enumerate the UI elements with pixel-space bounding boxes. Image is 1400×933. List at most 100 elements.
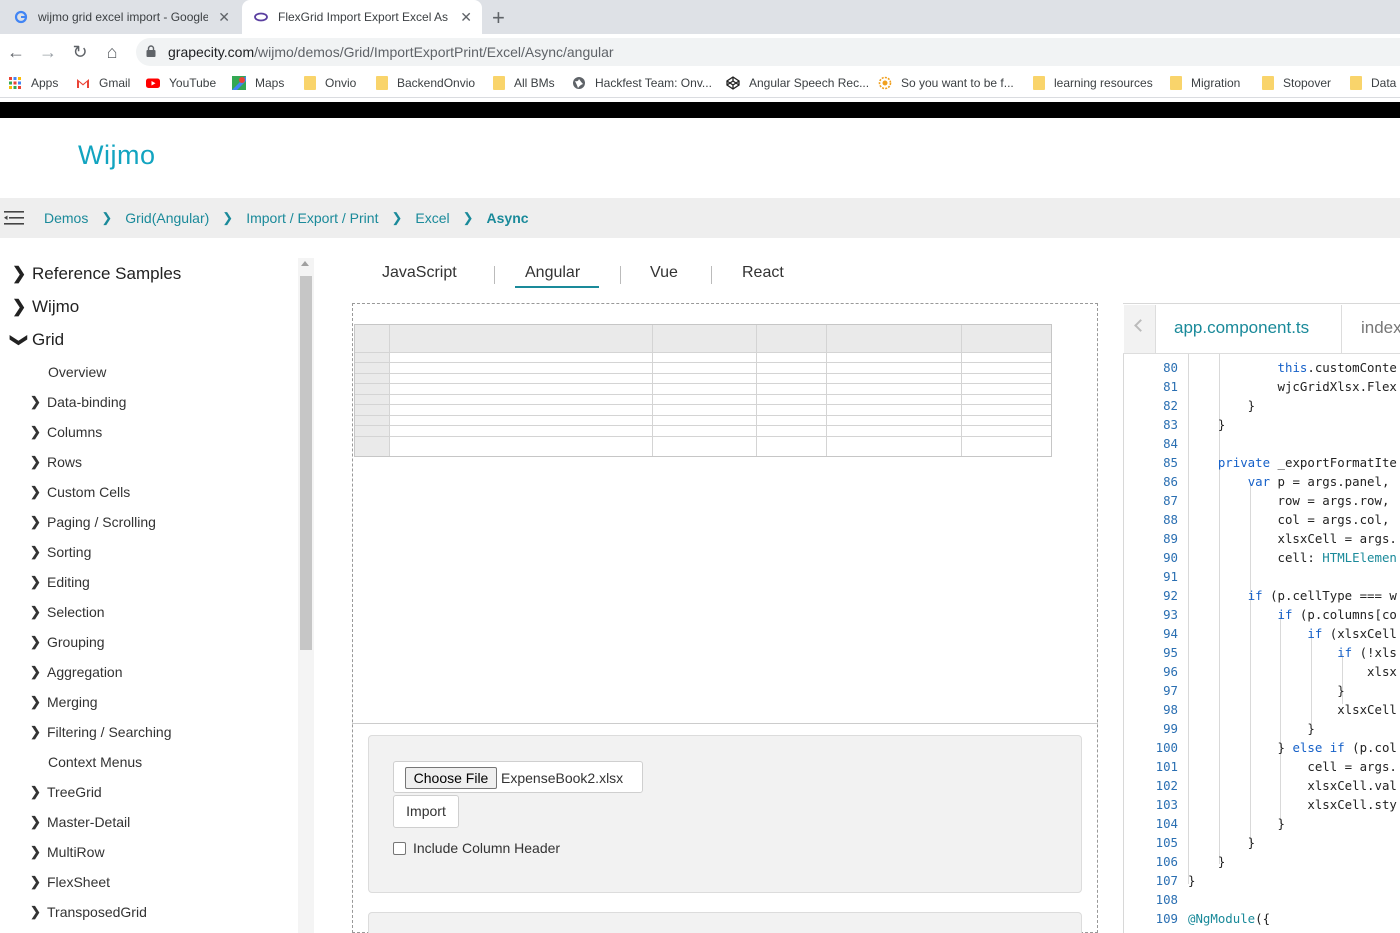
bookmark-so-you-want[interactable]: So you want to be f... (878, 76, 1014, 90)
grid-row-header[interactable] (355, 363, 390, 374)
grid-row-header[interactable] (355, 353, 390, 363)
sidebar-item-transposedgrid[interactable]: ❯ TransposedGrid (30, 904, 147, 920)
bookmark-migration[interactable]: Migration (1170, 76, 1240, 90)
grid-cell[interactable] (962, 384, 1051, 395)
sidebar-item-master-detail[interactable]: ❯ Master-Detail (30, 814, 130, 830)
grid-row-header[interactable] (355, 395, 390, 405)
sidebar-item-filtering-searching[interactable]: ❯ Filtering / Searching (30, 724, 172, 740)
bookmark-hackfest[interactable]: Hackfest Team: Onv... (572, 76, 712, 90)
grid-cell[interactable] (757, 395, 827, 405)
sidebar-item-sorting[interactable]: ❯ Sorting (30, 544, 91, 560)
bookmark-backendonvio[interactable]: BackendOnvio (376, 76, 475, 90)
bookmark-gmail[interactable]: Gmail (76, 76, 130, 90)
sidebar-item-columns[interactable]: ❯ Columns (30, 424, 102, 440)
sidebar-item-flexsheet[interactable]: ❯ FlexSheet (30, 874, 110, 890)
grid-cell[interactable] (757, 437, 827, 456)
grid-row-header[interactable] (355, 384, 390, 395)
grid-cell[interactable] (653, 395, 757, 405)
grid-row-header[interactable] (355, 374, 390, 384)
grid-cell[interactable] (390, 384, 653, 395)
grid-cell[interactable] (757, 426, 827, 437)
grid-cell[interactable] (962, 374, 1051, 384)
grid-cell[interactable] (757, 374, 827, 384)
grid-cell[interactable] (653, 437, 757, 456)
grid-cell[interactable] (757, 363, 827, 374)
grid-cell[interactable] (390, 405, 653, 416)
sidebar-item-editing[interactable]: ❯ Editing (30, 574, 90, 590)
grid-cell[interactable] (962, 416, 1051, 426)
sidebar-item-merging[interactable]: ❯ Merging (30, 694, 98, 710)
close-tab-icon[interactable]: ✕ (218, 9, 230, 26)
grid-cell[interactable] (653, 374, 757, 384)
grid-cell[interactable] (757, 384, 827, 395)
grid-cell[interactable] (390, 353, 653, 363)
tab-vue[interactable]: Vue (650, 264, 678, 282)
tab-react[interactable]: React (742, 264, 784, 282)
tab-javascript[interactable]: JavaScript (382, 264, 457, 282)
browser-tab-flexgrid[interactable]: FlexGrid Import Export Excel Async ✕ (242, 0, 482, 34)
bookmark-youtube[interactable]: YouTube (146, 76, 216, 90)
sidebar-item-wijmo[interactable]: ❯ Wijmo (12, 297, 79, 317)
grid-column-header[interactable] (653, 325, 757, 353)
sidebar-item-multirow[interactable]: ❯ MultiRow (30, 844, 105, 860)
sidebar-item-aggregation[interactable]: ❯ Aggregation (30, 664, 123, 680)
sidebar-item-grouping[interactable]: ❯ Grouping (30, 634, 105, 650)
sidebar-item-treegrid[interactable]: ❯ TreeGrid (30, 784, 102, 800)
sidebar-item-paging-scrolling[interactable]: ❯ Paging / Scrolling (30, 514, 156, 530)
choose-file-button[interactable]: Choose File (405, 767, 497, 789)
sidebar-item-overview[interactable]: Overview (30, 364, 106, 380)
grid-column-header[interactable] (827, 325, 962, 353)
grid-cell[interactable] (653, 405, 757, 416)
grid-cell[interactable] (962, 405, 1051, 416)
grid-cell[interactable] (827, 426, 962, 437)
sidebar-item-custom-cells[interactable]: ❯ Custom Cells (30, 484, 130, 500)
import-button[interactable]: Import (393, 795, 459, 828)
grid-cell[interactable] (653, 363, 757, 374)
grid-cell[interactable] (827, 395, 962, 405)
sidebar-item-grid[interactable]: ❯ Grid (10, 330, 64, 350)
sidebar-item-data-binding[interactable]: ❯ Data-binding (30, 394, 126, 410)
browser-tab-google-search[interactable]: wijmo grid excel import - Google Search … (0, 0, 240, 34)
grid-cell[interactable] (962, 437, 1051, 456)
grid-cell[interactable] (390, 437, 653, 456)
bookmark-all-bms[interactable]: All BMs (493, 76, 555, 90)
grid-column-header[interactable] (757, 325, 827, 353)
bookmark-onvio[interactable]: Onvio (304, 76, 356, 90)
sidebar-scrollbar-thumb[interactable] (300, 276, 312, 650)
grid-cell[interactable] (757, 416, 827, 426)
wijmo-logo[interactable]: Wijmo (78, 140, 156, 171)
grid-cell[interactable] (390, 395, 653, 405)
grid-cell[interactable] (827, 353, 962, 363)
address-bar[interactable]: grapecity.com/wijmo/demos/Grid/ImportExp… (136, 38, 1400, 66)
grid-cell[interactable] (653, 426, 757, 437)
grid-cell[interactable] (962, 426, 1051, 437)
sidebar-item-context-menus[interactable]: Context Menus (30, 754, 142, 770)
grid-row-header[interactable] (355, 405, 390, 416)
code-tab-app-component[interactable]: app.component.ts (1174, 318, 1309, 338)
bookmark-stopover[interactable]: Stopover (1262, 76, 1331, 90)
grid-cell[interactable] (962, 363, 1051, 374)
include-column-header-checkbox[interactable] (393, 842, 406, 855)
grid-cell[interactable] (653, 416, 757, 426)
grid-cell[interactable] (827, 437, 962, 456)
grid-cell[interactable] (962, 353, 1051, 363)
include-column-header-label[interactable]: Include Column Header (413, 840, 560, 856)
grid-cell[interactable] (827, 416, 962, 426)
grid-column-header[interactable] (390, 325, 653, 353)
grid-row-header[interactable] (355, 416, 390, 426)
flexgrid[interactable] (354, 324, 1052, 457)
sidebar-item-selection[interactable]: ❯ Selection (30, 604, 105, 620)
grid-cell[interactable] (653, 353, 757, 363)
grid-row-header[interactable] (355, 426, 390, 437)
code-tabs-previous-button[interactable] (1124, 305, 1156, 353)
bookmark-maps[interactable]: Maps (232, 76, 284, 90)
bookmark-data[interactable]: Data (1350, 76, 1396, 90)
grid-cell[interactable] (827, 374, 962, 384)
bookmark-apps[interactable]: Apps (8, 76, 58, 90)
forward-icon[interactable]: → (36, 40, 60, 64)
back-icon[interactable]: ← (4, 40, 28, 64)
breadcrumb-grid-angular[interactable]: Grid(Angular) (125, 210, 209, 226)
scroll-up-icon[interactable] (301, 261, 309, 266)
bookmark-angular-speech[interactable]: Angular Speech Rec... (726, 76, 869, 90)
menu-toggle-icon[interactable] (4, 208, 26, 228)
